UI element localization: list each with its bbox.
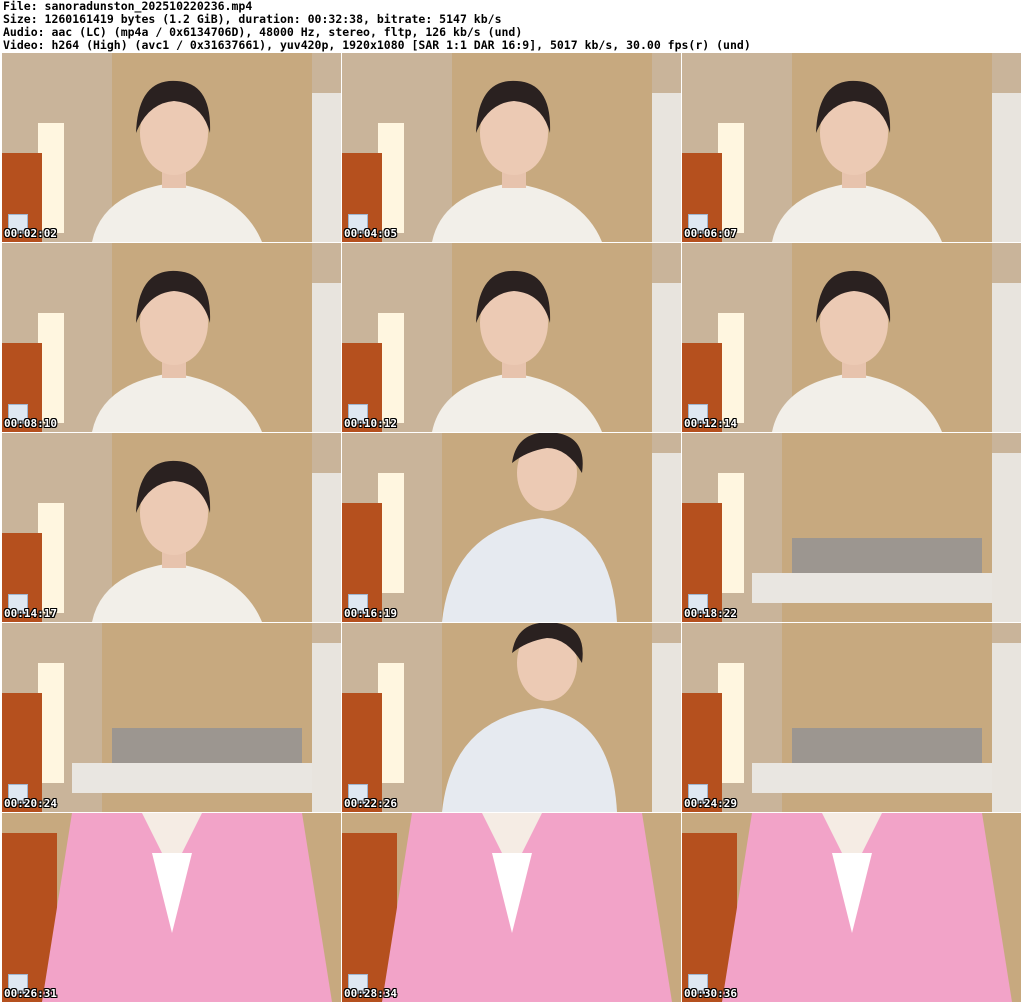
- timestamp-label: 00:28:34: [344, 987, 397, 1000]
- file-info-header: File: sanoradunston_202510220236.mp4 Siz…: [3, 0, 1021, 52]
- video-thumbnail: 00:28:34: [342, 813, 681, 1002]
- timestamp-label: 00:20:24: [4, 797, 57, 810]
- thumbnail-grid: 00:02:02 00:04:05 00:06:07 00:08:10 00:1…: [2, 53, 1023, 1003]
- video-thumbnail: 00:08:10: [2, 243, 341, 432]
- video-thumbnail: 00:04:05: [342, 53, 681, 242]
- timestamp-label: 00:08:10: [4, 417, 57, 430]
- video-thumbnail: 00:30:36: [682, 813, 1021, 1002]
- timestamp-label: 00:02:02: [4, 227, 57, 240]
- timestamp-label: 00:16:19: [344, 607, 397, 620]
- video-thumbnail: 00:20:24: [2, 623, 341, 812]
- video-thumbnail: 00:26:31: [2, 813, 341, 1002]
- video-thumbnail: 00:06:07: [682, 53, 1021, 242]
- video-thumbnail: 00:18:22: [682, 433, 1021, 622]
- video-thumbnail: 00:22:26: [342, 623, 681, 812]
- video-thumbnail: 00:02:02: [2, 53, 341, 242]
- video-thumbnail: 00:16:19: [342, 433, 681, 622]
- video-thumbnail: 00:12:14: [682, 243, 1021, 432]
- timestamp-label: 00:18:22: [684, 607, 737, 620]
- timestamp-label: 00:04:05: [344, 227, 397, 240]
- timestamp-label: 00:26:31: [4, 987, 57, 1000]
- timestamp-label: 00:10:12: [344, 417, 397, 430]
- timestamp-label: 00:06:07: [684, 227, 737, 240]
- timestamp-label: 00:12:14: [684, 417, 737, 430]
- video-thumbnail: 00:24:29: [682, 623, 1021, 812]
- video-thumbnail: 00:14:17: [2, 433, 341, 622]
- video-thumbnail: 00:10:12: [342, 243, 681, 432]
- timestamp-label: 00:24:29: [684, 797, 737, 810]
- video-line: Video: h264 (High) (avc1 / 0x31637661), …: [3, 38, 751, 52]
- timestamp-label: 00:22:26: [344, 797, 397, 810]
- timestamp-label: 00:14:17: [4, 607, 57, 620]
- timestamp-label: 00:30:36: [684, 987, 737, 1000]
